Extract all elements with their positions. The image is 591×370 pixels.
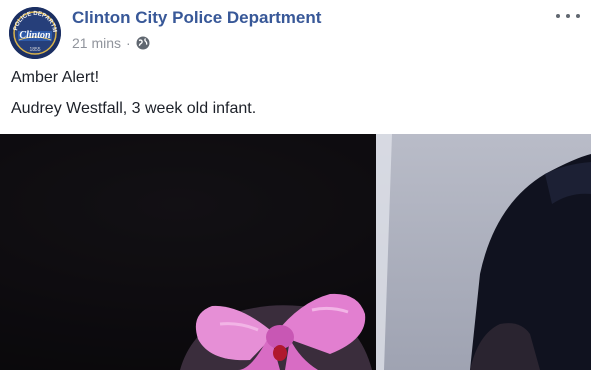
post-header: POLICE DEPARTMENT Clinton 1855 Clinton C… bbox=[0, 0, 591, 60]
svg-text:1855: 1855 bbox=[29, 47, 40, 53]
page-name-link[interactable]: Clinton City Police Department bbox=[72, 8, 321, 28]
post-text: Amber Alert! Audrey Westfall, 3 week old… bbox=[11, 67, 256, 119]
police-seal-logo: POLICE DEPARTMENT Clinton 1855 bbox=[9, 7, 61, 59]
more-options-icon-dot bbox=[576, 14, 580, 18]
post-photo[interactable] bbox=[0, 134, 591, 370]
infant-photo bbox=[0, 134, 591, 370]
page-avatar[interactable]: POLICE DEPARTMENT Clinton 1855 bbox=[9, 7, 61, 59]
meta-separator: · bbox=[126, 35, 131, 51]
globe-icon[interactable] bbox=[136, 36, 150, 50]
more-options-icon-dot bbox=[556, 14, 560, 18]
svg-text:Clinton: Clinton bbox=[19, 30, 51, 41]
post-timestamp[interactable]: 21 mins bbox=[72, 35, 121, 51]
post-text-line: Audrey Westfall, 3 week old infant. bbox=[11, 100, 257, 117]
more-options-button[interactable] bbox=[556, 9, 580, 23]
more-options-icon-dot bbox=[566, 14, 570, 18]
post-text-line: Amber Alert! bbox=[11, 69, 100, 86]
post-meta: 21 mins · bbox=[72, 35, 150, 51]
